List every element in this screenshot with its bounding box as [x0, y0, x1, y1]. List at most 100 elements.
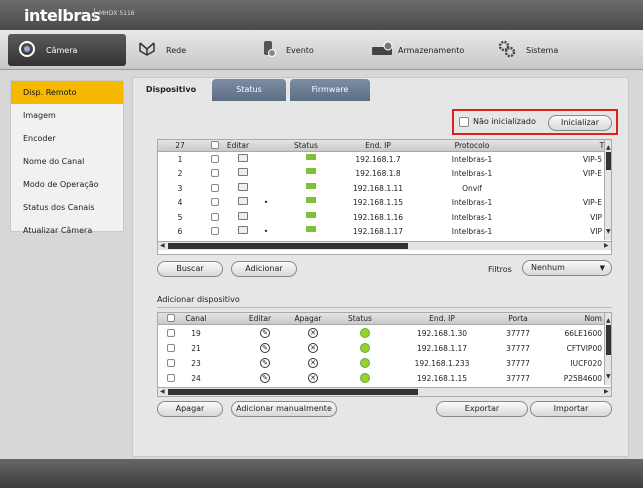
row-channel: 19	[191, 329, 201, 338]
row-protocol: Intelbras-1	[451, 227, 493, 236]
row-port: 37777	[506, 329, 530, 338]
row-type: VIP-E	[582, 169, 602, 179]
row-ip: 192.168.1.16	[352, 212, 404, 222]
row-protocol: Intelbras-1	[451, 212, 493, 222]
row-number: 3	[177, 183, 183, 193]
filter-select[interactable]: Nenhum ▼	[522, 260, 612, 276]
delete-button[interactable]: Apagar	[157, 401, 223, 417]
row-type: VIP	[590, 212, 602, 222]
nav-system[interactable]: Sistema	[498, 34, 558, 66]
initialize-button[interactable]: Inicializar	[548, 115, 612, 131]
table-row[interactable]: 24 ✎ ✕ 192.168.1.15 37777 P25B4600	[158, 373, 604, 386]
added-devices-table: Canal Editar Apagar Status End. IP Porta…	[157, 312, 612, 397]
uninitialized-label: Não inicializado	[473, 117, 536, 126]
sidebar-item-remote-device[interactable]: Disp. Remoto	[11, 81, 123, 104]
sidebar-item-image[interactable]: Imagem	[11, 104, 123, 127]
row-type: VIP-5	[582, 155, 602, 164]
added-horizontal-scrollbar[interactable]: ◀ ▶	[158, 387, 611, 396]
sidebar-item-operation-mode[interactable]: Modo de Operação	[11, 173, 123, 196]
row-channel: 24	[191, 374, 201, 383]
col-edit: Editar	[226, 141, 250, 150]
row-protocol: Intelbras-1	[451, 198, 493, 208]
filter-label: Filtros	[488, 265, 512, 274]
col-added-delete: Apagar	[294, 314, 322, 323]
add-button[interactable]: Adicionar	[231, 261, 297, 277]
row-ip: 192.168.1.15	[416, 374, 468, 383]
table-row[interactable]: 3 192.168.1.11 Onvif	[158, 182, 604, 194]
row-number: 1	[177, 155, 183, 164]
network-icon	[138, 41, 156, 59]
model-label: MHDX 5116	[94, 8, 135, 20]
row-ip: 192.168.1.17	[416, 344, 468, 353]
tab-device[interactable]: Dispositivo	[134, 79, 208, 101]
sidebar-item-update-camera[interactable]: Atualizar Câmera	[11, 219, 123, 242]
settings-gears-icon	[498, 40, 516, 60]
sidebar-item-encoder[interactable]: Encoder	[11, 127, 123, 150]
col-type: Ti	[599, 141, 606, 150]
row-ip: 192.168.1.7	[355, 155, 401, 164]
row-protocol: Intelbras-1	[451, 155, 493, 164]
row-number: 4	[177, 198, 183, 208]
footer-bar	[0, 459, 643, 488]
row-channel: 23	[191, 359, 201, 368]
nav-camera-label: Câmera	[46, 45, 78, 55]
nav-network[interactable]: Rede	[138, 34, 186, 66]
row-name: 66LE1600	[564, 329, 602, 338]
nav-event-label: Evento	[286, 45, 314, 55]
nav-network-label: Rede	[166, 45, 187, 55]
added-table-header: Canal Editar Apagar Status End. IP Porta…	[158, 313, 604, 325]
nav-camera[interactable]: Câmera	[8, 34, 126, 66]
tab-status[interactable]: Status	[212, 79, 286, 101]
row-name: IUCF020	[570, 359, 602, 368]
col-ip: End. IP	[365, 141, 391, 150]
table-row[interactable]: 4 • 192.168.1.15 Intelbras-1 VIP-E	[158, 197, 604, 208]
uninitialized-checkbox[interactable]	[459, 117, 469, 127]
row-port: 37777	[506, 374, 530, 383]
device-horizontal-scrollbar[interactable]: ◀ ▶	[158, 241, 611, 250]
row-protocol: Onvif	[462, 183, 482, 193]
row-ip: 192.168.1.233	[414, 359, 470, 368]
row-name: CFTVIP00	[566, 344, 602, 353]
col-name: Nom	[584, 314, 602, 323]
row-ip: 192.168.1.17	[352, 227, 404, 236]
device-table-header: 27 Editar Status End. IP Protocolo Ti	[158, 140, 606, 152]
search-button[interactable]: Buscar	[157, 261, 223, 277]
col-protocol: Protocolo	[454, 141, 490, 150]
table-row[interactable]: 23 ✎ ✕ 192.168.1.233 37777 IUCF020	[158, 358, 604, 371]
table-row[interactable]: 1 192.168.1.7 Intelbras-1 VIP-5	[158, 154, 604, 165]
nav-storage[interactable]: Armazenamento	[370, 34, 464, 66]
export-button[interactable]: Exportar	[436, 401, 528, 417]
table-row[interactable]: 5 192.168.1.16 Intelbras-1 VIP	[158, 211, 604, 223]
event-icon	[262, 40, 276, 60]
row-number: 6	[177, 227, 183, 236]
row-ip: 192.168.1.8	[355, 169, 401, 179]
sidebar-item-channel-status[interactable]: Status dos Canais	[11, 196, 123, 219]
table-row[interactable]: 2 192.168.1.8 Intelbras-1 VIP-E	[158, 168, 604, 179]
row-port: 37777	[506, 344, 530, 353]
row-protocol: Intelbras-1	[451, 169, 493, 179]
row-ip: 192.168.1.15	[352, 198, 404, 208]
added-vertical-scrollbar[interactable]: ▲ ▼	[604, 313, 611, 385]
nav-storage-label: Armazenamento	[398, 45, 465, 55]
table-row[interactable]: 19 ✎ ✕ 192.168.1.30 37777 66LE1600	[158, 328, 604, 341]
row-channel: 21	[191, 344, 201, 353]
col-added-ip: End. IP	[429, 314, 455, 323]
row-ip: 192.168.1.30	[416, 329, 468, 338]
row-marker: •	[263, 198, 269, 208]
filter-value: Nenhum	[531, 263, 565, 272]
row-number: 5	[177, 212, 183, 222]
row-ip: 192.168.1.11	[352, 183, 404, 193]
manual-add-button[interactable]: Adicionar manualmente	[231, 401, 337, 417]
sidebar-item-channel-name[interactable]: Nome do Canal	[11, 150, 123, 173]
col-added-edit: Editar	[248, 314, 272, 323]
table-row[interactable]: 6 • 192.168.1.17 Intelbras-1 VIP	[158, 226, 604, 237]
row-marker: •	[263, 227, 269, 236]
chevron-down-icon: ▼	[599, 264, 605, 272]
table-row[interactable]: 21 ✎ ✕ 192.168.1.17 37777 CFTVIP00	[158, 343, 604, 356]
device-vertical-scrollbar[interactable]: ▲ ▼	[604, 140, 611, 240]
import-button[interactable]: Importar	[530, 401, 612, 417]
storage-icon	[370, 41, 396, 59]
initialize-highlight: Não inicializado Inicializar	[452, 109, 618, 135]
nav-event[interactable]: Evento	[262, 34, 314, 66]
tab-firmware[interactable]: Firmware	[290, 79, 370, 101]
